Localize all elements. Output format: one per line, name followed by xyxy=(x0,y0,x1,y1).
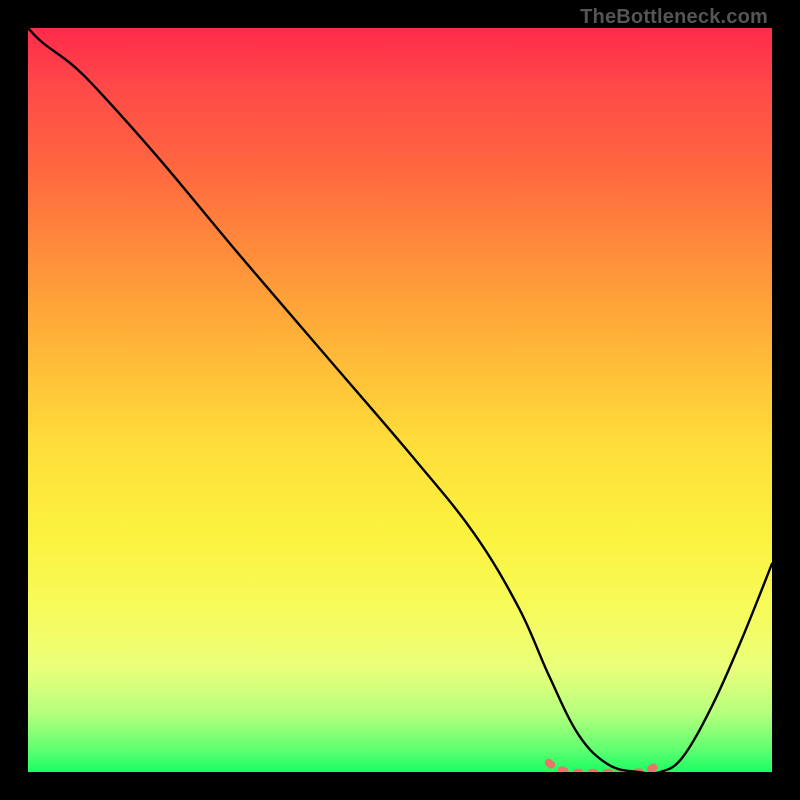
plot-area xyxy=(28,28,772,772)
chart-svg xyxy=(28,28,772,772)
attribution-label: TheBottleneck.com xyxy=(580,6,768,29)
bottleneck-curve xyxy=(28,28,772,772)
chart-frame: TheBottleneck.com xyxy=(0,0,800,800)
flat-minimum-marker xyxy=(549,763,661,772)
